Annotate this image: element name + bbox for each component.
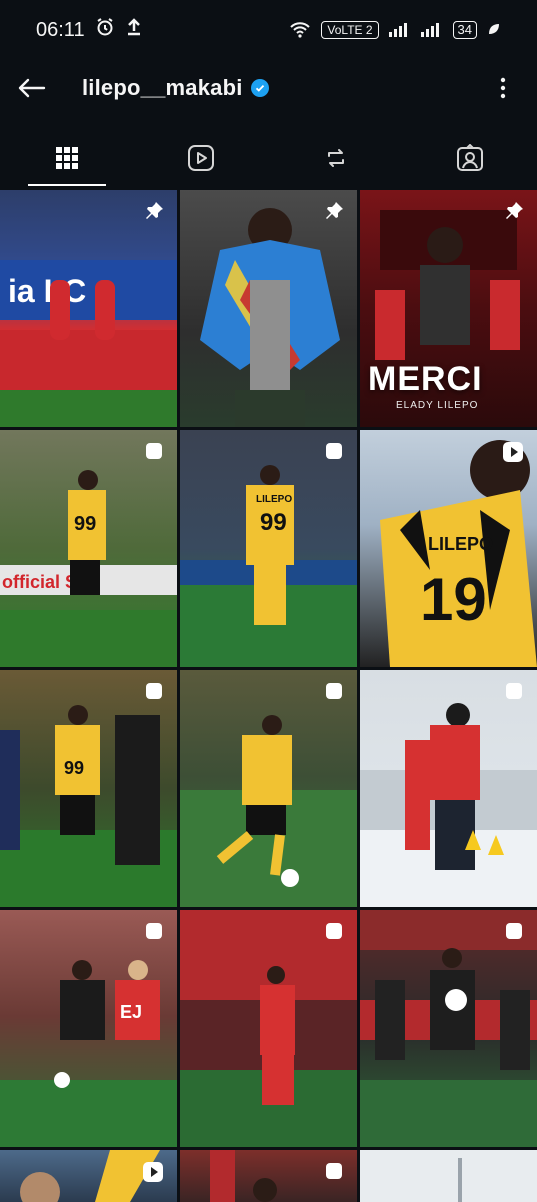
posts-grid: ia LC MERCI ELADY LILEPO official SL 99 … (0, 190, 537, 1202)
back-button[interactable] (16, 73, 46, 103)
post-tile[interactable]: 19 LILEPO (360, 430, 537, 667)
more-vertical-icon (500, 77, 506, 99)
leaf-icon (487, 22, 501, 39)
svg-text:99: 99 (260, 509, 287, 536)
post-tile[interactable] (360, 670, 537, 907)
alarm-icon (95, 17, 115, 43)
post-tile[interactable] (360, 1150, 537, 1202)
svg-text:99: 99 (74, 513, 96, 535)
carousel-icon (143, 440, 165, 467)
back-arrow-icon (18, 78, 46, 98)
carousel-icon (323, 920, 345, 947)
grid-icon (56, 147, 79, 169)
post-tile[interactable]: official SL 99 (0, 430, 177, 667)
repost-icon (327, 149, 344, 167)
post-image (458, 1158, 462, 1202)
post-tile[interactable]: ia LC (0, 190, 177, 427)
signal-icon-1 (388, 21, 411, 40)
pin-icon (143, 200, 165, 227)
tab-reels[interactable] (134, 130, 268, 186)
carousel-icon (503, 920, 525, 947)
carousel-icon (323, 680, 345, 707)
svg-text:19: 19 (420, 566, 487, 633)
svg-text:99: 99 (64, 758, 84, 778)
more-options-button[interactable] (491, 76, 515, 100)
status-bar: 06:11 VoLTE 2 34 (0, 0, 537, 60)
reels-icon (188, 145, 215, 171)
status-right: VoLTE 2 34 (289, 20, 501, 41)
svg-text:LILEPO: LILEPO (428, 534, 493, 554)
post-tile[interactable] (180, 1150, 357, 1202)
tagged-icon (456, 144, 483, 171)
post-tile[interactable]: 99 LILEPO (180, 430, 357, 667)
post-tile[interactable]: EJ (0, 910, 177, 1147)
status-left: 06:11 (36, 17, 143, 43)
svg-text:ia LC: ia LC (8, 273, 86, 309)
signal-icon-2 (420, 21, 443, 40)
post-tile[interactable] (0, 1150, 177, 1202)
carousel-icon (143, 680, 165, 707)
pin-icon (503, 200, 525, 227)
profile-header: lilepo__makabi (0, 60, 537, 116)
svg-text:EJ: EJ (120, 1002, 142, 1022)
svg-text:LILEPO: LILEPO (256, 494, 292, 505)
post-tile[interactable]: MERCI ELADY LILEPO (360, 190, 537, 427)
verified-badge-icon (250, 79, 269, 97)
carousel-icon (323, 440, 345, 467)
carousel-icon (323, 1160, 345, 1187)
carousel-icon (143, 920, 165, 947)
reel-icon (501, 440, 525, 469)
post-title-text: MERCI (368, 360, 483, 398)
post-tile[interactable] (180, 670, 357, 907)
post-tile[interactable]: 99 (0, 670, 177, 907)
post-subtitle-text: ELADY LILEPO (396, 400, 479, 411)
carousel-icon (503, 680, 525, 707)
profile-tabs (0, 130, 537, 186)
volte-badge: VoLTE 2 (321, 21, 379, 39)
post-tile[interactable] (360, 910, 537, 1147)
tab-tagged[interactable] (403, 130, 537, 186)
post-tile[interactable] (180, 190, 357, 427)
post-tile[interactable] (180, 910, 357, 1147)
battery-indicator: 34 (452, 21, 477, 39)
tab-posts[interactable] (0, 130, 134, 186)
username-title: lilepo__makabi (82, 75, 243, 100)
wifi-icon (289, 20, 311, 41)
tab-reposts[interactable] (269, 130, 403, 186)
upload-icon (125, 17, 143, 43)
reel-icon (141, 1160, 165, 1189)
clock: 06:11 (36, 18, 85, 41)
pin-icon (323, 200, 345, 227)
